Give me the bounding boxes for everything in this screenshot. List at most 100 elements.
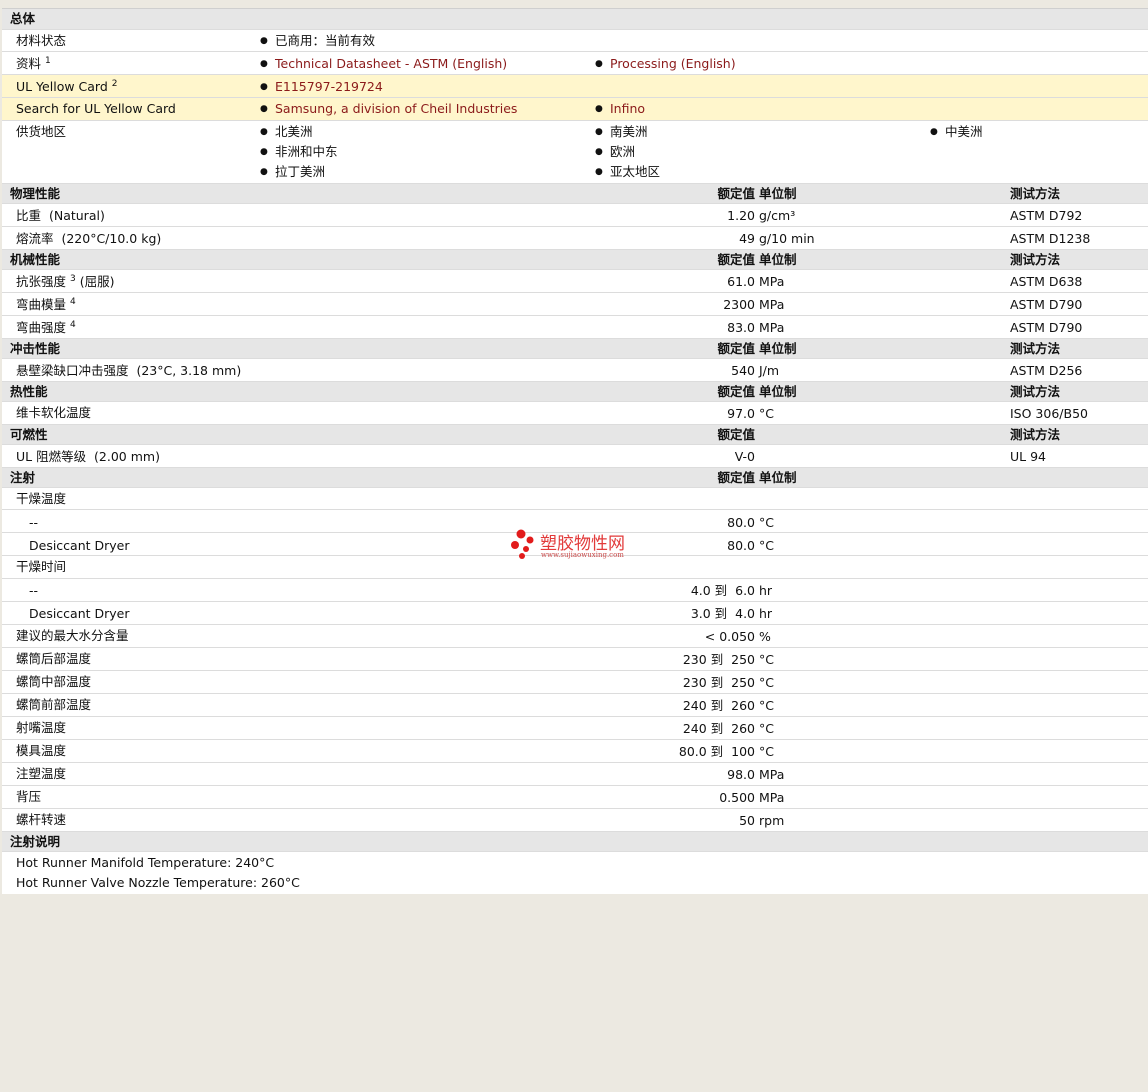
property-unit: °C [759,538,774,553]
property-label: 螺筒前部温度 [16,697,92,712]
property-row: 维卡软化温度 97.0 °C ISO 306/B50 [2,402,1148,425]
property-value: 97.0 [727,406,755,421]
property-label: 射嘴温度 [16,720,67,735]
search-ul-label: Search for UL Yellow Card [16,101,176,116]
section-header-general: 总体 [2,9,1148,30]
method-header: 测试方法 [1010,252,1061,267]
property-label: 悬壁梁缺口冲击强度 (23°C, 3.18 mm) [16,363,242,378]
property-value: 2300 [723,297,755,312]
property-row: 悬壁梁缺口冲击强度 (23°C, 3.18 mm) 540 J/m ASTM D… [2,359,1148,382]
property-unit: °C [759,744,774,759]
unit-header: 单位制 [759,384,797,399]
ul-yellow-card-link[interactable]: E115797-219724 [260,79,383,95]
documents-label: 资料 1 [16,55,51,71]
property-value: 50 [739,813,755,828]
property-row: 干燥温度 [2,488,1148,510]
property-label: 螺筒中部温度 [16,674,92,689]
property-sublabel: Desiccant Dryer [29,606,130,621]
rated-header: 额定值 [717,252,755,267]
property-row: 抗张强度 3 (屈服) 61.0 MPa ASTM D638 [2,270,1148,293]
property-label: 螺杆转速 [16,812,67,827]
property-unit: °C [759,698,774,713]
property-row: 建议的最大水分含量 < 0.050 % [2,625,1148,648]
processing-link[interactable]: Processing (English) [595,56,736,72]
property-label: 弯曲模量 4 [16,296,76,312]
section-title: 注射说明 [10,834,61,849]
property-label: 背压 [16,789,42,804]
property-unit: g/10 min [759,231,815,246]
property-unit: hr [759,606,773,621]
property-value: 80.0 到 100 [678,744,755,759]
documents-row: 资料 1 Technical Datasheet - ASTM (English… [2,52,1148,75]
property-value: 230 到 250 [682,652,755,667]
watermark-logo: 塑胶物性网 www.sujiaowuxing.com [510,527,650,567]
region-item: 南美洲 [595,124,647,140]
property-unit: °C [759,721,774,736]
property-value: 80.0 [727,538,755,553]
property-unit: MPa [759,790,785,805]
property-method: UL 94 [1010,449,1046,464]
section-title: 冲击性能 [10,341,61,356]
rated-header: 额定值 [717,384,755,399]
property-label: 比重 (Natural) [16,208,105,223]
property-sublabel: -- [29,515,39,530]
section-title: 总体 [10,11,36,26]
property-value: 0.500 [719,790,755,805]
section-header-injection: 注射 额定值 单位制 [2,468,1148,488]
property-label: 注塑温度 [16,766,67,781]
supply-region-row: 供货地区 北美洲 南美洲 中美洲 非洲和中东 欧洲 拉丁美洲 亚太地区 [2,121,1148,184]
property-method: ASTM D256 [1010,363,1083,378]
note-line: Hot Runner Valve Nozzle Temperature: 260… [16,875,300,890]
section-header-impact: 冲击性能 额定值 单位制 测试方法 [2,339,1148,359]
section-header-flammability: 可燃性 额定值 测试方法 [2,425,1148,445]
region-item: 北美洲 [260,124,312,140]
rated-header: 额定值 [717,427,755,442]
property-value: 4.0 到 6.0 [690,583,755,598]
property-method: ASTM D790 [1010,320,1083,335]
injection-notes: Hot Runner Manifold Temperature: 240°C H… [2,852,1148,894]
property-method: ISO 306/B50 [1010,406,1088,421]
region-item: 非洲和中东 [260,144,337,160]
property-method: ASTM D790 [1010,297,1083,312]
property-unit: °C [759,515,774,530]
property-unit: rpm [759,813,785,828]
property-value: 540 [731,363,755,378]
property-label: 模具温度 [16,743,67,758]
unit-header: 单位制 [759,186,797,201]
region-item: 拉丁美洲 [260,164,325,180]
property-label: 抗张强度 3 (屈服) [16,273,115,289]
property-row: 螺筒中部温度 230 到 250 °C [2,671,1148,694]
property-row: 射嘴温度 240 到 260 °C [2,717,1148,740]
region-item: 亚太地区 [595,164,660,180]
property-label: 弯曲强度 4 [16,319,76,335]
property-value: 80.0 [727,515,755,530]
property-unit: °C [759,675,774,690]
samsung-link[interactable]: Samsung, a division of Cheil Industries [260,101,517,117]
infino-link[interactable]: Infino [595,101,645,117]
section-title: 机械性能 [10,252,61,267]
property-unit: MPa [759,274,785,289]
property-row: 背压 0.500 MPa [2,786,1148,809]
property-value: 3.0 到 4.0 [690,606,755,621]
method-header: 测试方法 [1010,427,1061,442]
property-value: 49 [739,231,755,246]
property-row: 熔流率 (220°C/10.0 kg) 49 g/10 min ASTM D12… [2,227,1148,250]
property-row: 弯曲模量 4 2300 MPa ASTM D790 [2,293,1148,316]
property-row: UL 阻燃等级 (2.00 mm) V-0 UL 94 [2,445,1148,468]
rated-header: 额定值 [717,341,755,356]
technical-datasheet-link[interactable]: Technical Datasheet - ASTM (English) [260,56,507,72]
property-unit: °C [759,652,774,667]
property-unit: g/cm³ [759,208,796,223]
property-method: ASTM D792 [1010,208,1083,223]
search-ul-row: Search for UL Yellow Card Samsung, a div… [2,98,1148,121]
unit-header: 单位制 [759,341,797,356]
property-unit: MPa [759,767,785,782]
property-label: UL 阻燃等级 (2.00 mm) [16,449,160,464]
section-title: 可燃性 [10,427,48,442]
property-unit: % [759,629,771,644]
property-label: 干燥时间 [16,559,67,574]
region-item: 欧洲 [595,144,635,160]
material-status-value: 已商用：当前有效 [260,33,375,49]
property-row: 螺杆转速 50 rpm [2,809,1148,832]
property-method: ASTM D1238 [1010,231,1091,246]
